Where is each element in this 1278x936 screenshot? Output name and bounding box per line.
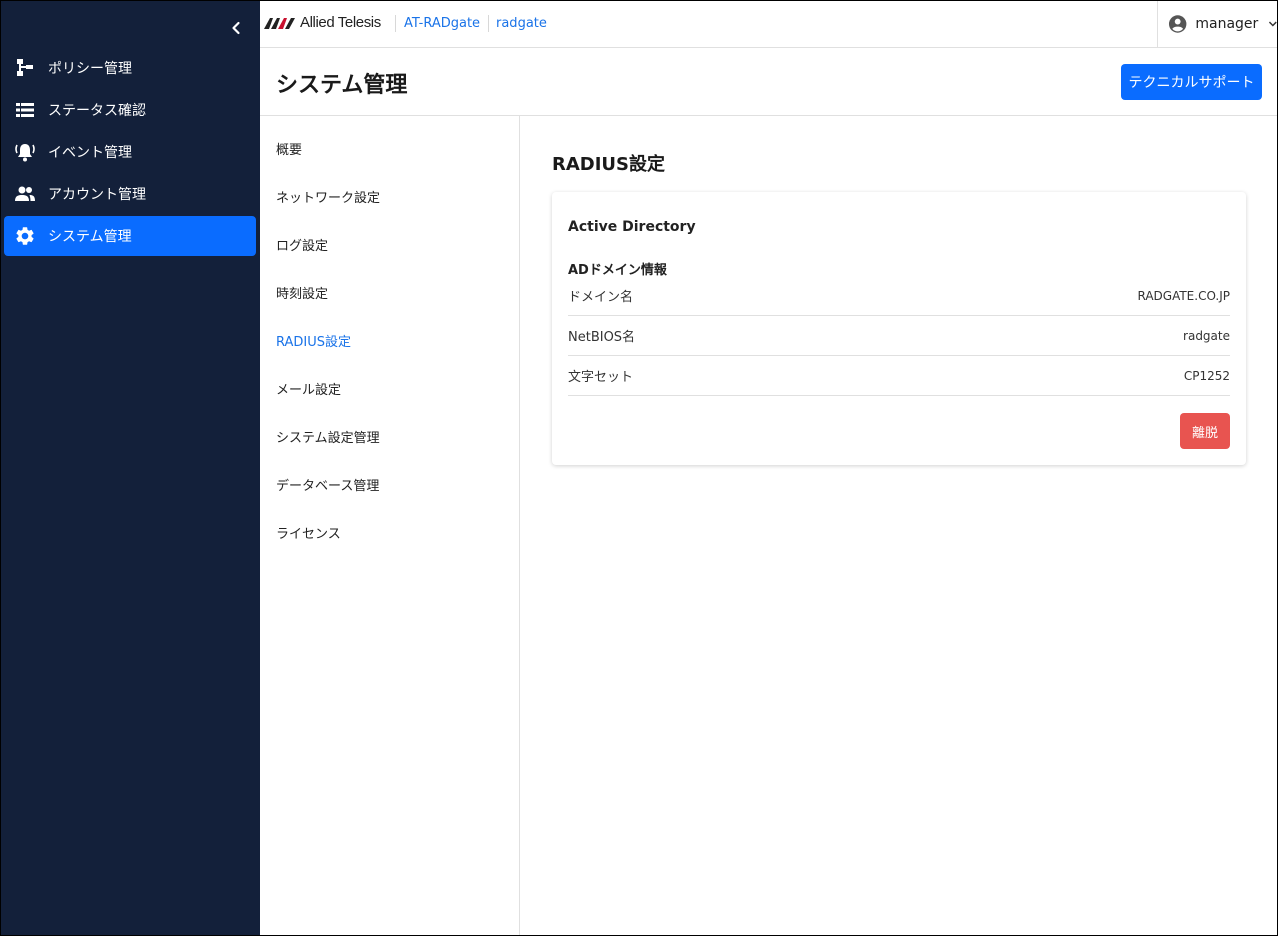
brand-name: Allied Telesis [300,14,381,31]
sidebar-collapse-button[interactable] [224,16,248,40]
submenu-item-radius[interactable]: RADIUS設定 [260,316,519,364]
submenu-item-system-config[interactable]: システム設定管理 [260,412,519,460]
info-row-netbios: NetBIOS名 radgate [568,316,1230,356]
breadcrumb-host[interactable]: radgate [496,16,547,31]
row-value: RADGATE.CO.JP [1137,288,1230,303]
submenu-item-license[interactable]: ライセンス [260,508,519,556]
sidebar: ポリシー管理 ステータス確認 イベント管理 アカウント管理 システム管理 [0,0,260,936]
policy-tree-icon [14,57,36,79]
card-title: Active Directory [568,219,696,235]
submenu-item-database[interactable]: データベース管理 [260,460,519,508]
active-directory-card: Active Directory ADドメイン情報 ドメイン名 RADGATE.… [552,192,1246,465]
brand-logo: Allied Telesis [264,14,381,31]
sidebar-item-label: システム管理 [48,229,132,245]
submenu-item-log[interactable]: ログ設定 [260,220,519,268]
info-row-domain: ドメイン名 RADGATE.CO.JP [568,276,1230,316]
top-bar: Allied Telesis AT-RADgate radgate manage… [260,0,1278,48]
submenu-item-network[interactable]: ネットワーク設定 [260,172,519,220]
sidebar-item-label: イベント管理 [48,145,132,161]
sidebar-item-system[interactable]: システム管理 [4,216,256,256]
row-value: CP1252 [1183,368,1230,383]
sidebar-item-events[interactable]: イベント管理 [4,132,256,172]
row-label: 文字セット [568,370,634,385]
row-label: ドメイン名 [568,290,634,305]
account-circle-icon [1168,15,1187,33]
sidebar-item-label: ポリシー管理 [48,61,132,77]
page-title: システム管理 [276,73,408,98]
row-value: radgate [1183,328,1230,343]
crumb-divider [395,15,396,32]
list-icon [14,99,36,121]
sidebar-item-label: アカウント管理 [48,187,146,203]
allied-telesis-logo-icon [264,17,295,29]
sidebar-item-accounts[interactable]: アカウント管理 [4,174,256,214]
crumb-divider [488,15,489,32]
info-row-charset: 文字セット CP1252 [568,356,1230,396]
technical-support-button[interactable]: テクニカルサポート [1121,64,1262,100]
section-title: RADIUS設定 [552,154,666,175]
alarm-bell-icon [14,141,36,163]
submenu-item-overview[interactable]: 概要 [260,124,519,172]
submenu-item-mail[interactable]: メール設定 [260,364,519,412]
row-label: NetBIOS名 [568,330,636,345]
people-icon [14,183,36,205]
user-name: manager [1195,16,1259,32]
sidebar-nav: ポリシー管理 ステータス確認 イベント管理 アカウント管理 システム管理 [4,48,256,258]
settings-submenu: 概要 ネットワーク設定 ログ設定 時刻設定 RADIUS設定 メール設定 システ… [260,116,520,936]
sidebar-item-status[interactable]: ステータス確認 [4,90,256,130]
sidebar-item-label: ステータス確認 [48,103,146,119]
chevron-down-icon [1269,21,1278,27]
sidebar-item-policy[interactable]: ポリシー管理 [4,48,256,88]
chevron-left-icon [232,21,240,35]
breadcrumb-product[interactable]: AT-RADgate [404,16,480,31]
user-menu[interactable]: manager [1157,0,1278,48]
submenu-item-time[interactable]: 時刻設定 [260,268,519,316]
page-header: システム管理 テクニカルサポート [260,48,1278,116]
domain-info-list: ドメイン名 RADGATE.CO.JP NetBIOS名 radgate 文字セ… [568,276,1230,396]
leave-domain-button[interactable]: 離脱 [1180,413,1230,449]
gear-icon [14,225,36,247]
main-content: RADIUS設定 Active Directory ADドメイン情報 ドメイン名… [520,116,1278,936]
